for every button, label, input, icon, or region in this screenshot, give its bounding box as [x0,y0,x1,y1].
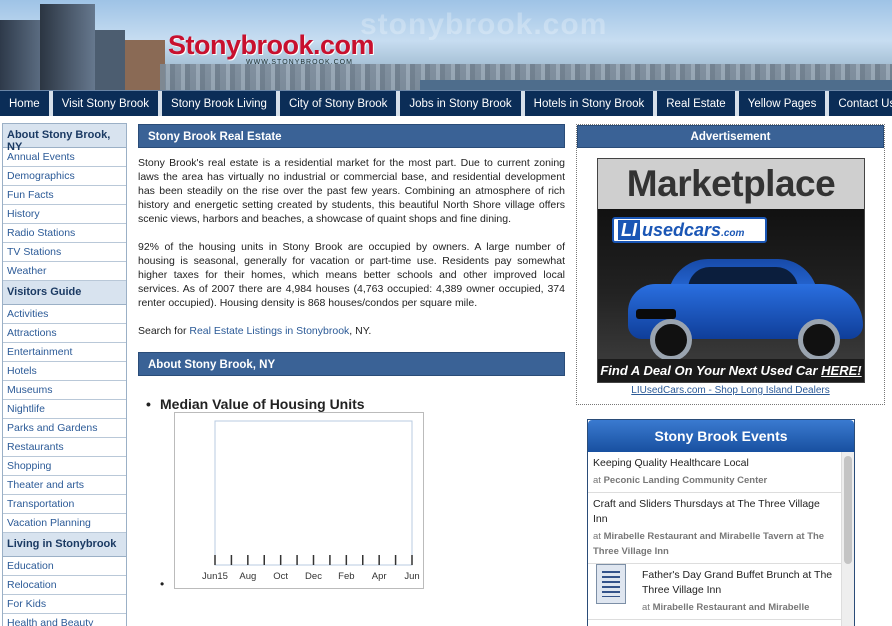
ad-tagline: Find A Deal On Your Next Used Car HERE! [598,359,864,382]
real-estate-listings-link[interactable]: Real Estate Listings in Stonybrook [189,325,349,337]
sidebar-heading-visitors[interactable]: Visitors Guide [3,281,126,305]
sidebar-item-restaurants[interactable]: Restaurants [3,438,126,457]
building-image [95,30,125,90]
ad-brand-com: .com [721,228,745,239]
header-banner: stonybrook.com Stonybrook.com WWW.STONYB… [0,0,892,90]
header-watermark: stonybrook.com [360,8,608,41]
paragraph-intro: Stony Brook's real estate is a residenti… [138,157,565,225]
sidebar-item-hotels[interactable]: Hotels [3,362,126,381]
nav-yellow-pages[interactable]: Yellow Pages [738,91,830,116]
sidebar-item-attractions[interactable]: Attractions [3,324,126,343]
section-title-real-estate: Stony Brook Real Estate [138,124,565,148]
bullet-icon: • [160,577,165,591]
ad-caption-link[interactable]: LIUsedCars.com - Shop Long Island Dealer… [577,385,884,396]
sidebar-item-annual-events[interactable]: Annual Events [3,148,126,167]
nav-city-of-stony-brook[interactable]: City of Stony Brook [279,91,401,116]
x-tick-label: Aug [239,571,256,582]
sidebar-item-for-kids[interactable]: For Kids [3,595,126,614]
nav-hotels[interactable]: Hotels in Stony Brook [524,91,658,116]
paragraph-search: Search for Real Estate Listings in Stony… [138,324,565,338]
search-suffix: , NY. [349,325,372,337]
x-tick-label: Jun [404,571,419,582]
nav-stony-brook-living[interactable]: Stony Brook Living [162,91,280,116]
water-image [420,80,892,90]
nav-real-estate[interactable]: Real Estate [657,91,739,116]
sidebar-heading-about[interactable]: About Stony Brook, NY [3,124,126,153]
sidebar-item-shopping[interactable]: Shopping [3,457,126,476]
ad-tagline-text: Find A Deal On Your Next Used Car [600,363,822,378]
plot-area [214,420,413,566]
sidebar-item-fun-facts[interactable]: Fun Facts [3,186,126,205]
bullet-icon: • [146,396,151,412]
housing-value-chart: Jun15 Aug Oct Dec Feb Apr Jun [174,412,424,589]
sidebar-item-vacation-planning[interactable]: Vacation Planning [3,514,126,533]
events-scrollbar[interactable] [841,452,854,626]
building-image [125,40,165,90]
sidebar-item-activities[interactable]: Activities [3,305,126,324]
nav-home[interactable]: Home [0,91,53,116]
ad-brand-logo: LI usedcars.com [612,217,767,243]
nav-jobs[interactable]: Jobs in Stony Brook [400,91,525,116]
list-item[interactable]: Father's Day Grand Buffet Brunch at The … [588,564,842,620]
chart-svg: Jun15 Aug Oct Dec Feb Apr Jun [202,420,420,582]
ad-tagline-link[interactable]: HERE! [821,363,861,378]
sidebar-item-radio-stations[interactable]: Radio Stations [3,224,126,243]
sidebar-item-nightlife[interactable]: Nightlife [3,400,126,419]
events-widget: Stony Brook Events Keeping Quality Healt… [587,419,855,626]
sidebar-heading-living[interactable]: Living in Stonybrook [3,533,126,557]
advertisement-panel: Advertisement Marketplace LI usedcars.com… [576,124,885,405]
sidebar-item-health-beauty[interactable]: Health and Beauty [3,614,126,626]
x-tick-label: Apr [372,571,387,582]
left-sidebar: About Stony Brook, NY Annual Events Demo… [2,123,127,626]
sidebar-item-demographics[interactable]: Demographics [3,167,126,186]
event-title[interactable]: Craft and Sliders Thursdays at The Three… [593,497,837,527]
event-title[interactable]: Father's Day Grand Buffet Brunch at The … [642,568,837,598]
x-tick-label: Oct [273,571,288,582]
chart-title: Median Value of Housing Units [160,396,365,412]
sidebar-item-entertainment[interactable]: Entertainment [3,343,126,362]
building-image [40,4,95,90]
event-thumbnail [596,564,626,604]
event-location: at Peconic Landing Community Center [593,475,768,486]
event-title[interactable]: Keeping Quality Healthcare Local [593,456,837,471]
nav-visit-stony-brook[interactable]: Visit Stony Brook [52,91,163,116]
sidebar-item-education[interactable]: Education [3,557,126,576]
ad-brand-li: LI [618,220,640,240]
ad-banner[interactable]: Marketplace LI usedcars.com Find A Deal O… [597,158,865,383]
search-prefix: Search for [138,325,190,337]
events-list: Keeping Quality Healthcare Local at Peco… [588,452,842,626]
sidebar-item-tv-stations[interactable]: TV Stations [3,243,126,262]
list-item[interactable]: Keeping Quality Healthcare Local at Peco… [588,452,842,493]
x-tick-label: Jun15 [202,571,228,582]
section-title-about: About Stony Brook, NY [138,352,565,376]
sidebar-item-parks[interactable]: Parks and Gardens [3,419,126,438]
sidebar-item-weather[interactable]: Weather [3,262,126,281]
site-logo[interactable]: Stonybrook.com WWW.STONYBROOK.COM [168,30,375,66]
scrollbar-thumb[interactable] [844,456,852,564]
x-tick-label: Feb [338,571,354,582]
sidebar-item-theater[interactable]: Theater and arts [3,476,126,495]
car-image [628,259,863,361]
main-content: Stony Brook Real Estate Stony Brook's re… [138,124,565,591]
events-title: Stony Brook Events [588,420,854,452]
x-tick-label: Dec [305,571,322,582]
ad-brand-name: usedcars [642,220,722,240]
sidebar-item-relocation[interactable]: Relocation [3,576,126,595]
sidebar-item-transportation[interactable]: Transportation [3,495,126,514]
paragraph-housing: 92% of the housing units in Stony Brook … [138,241,565,309]
nav-contact-us[interactable]: Contact Us [829,91,892,116]
logo-text: Stonybrook.com [168,30,375,60]
ad-headline: Marketplace [598,159,864,209]
sidebar-item-history[interactable]: History [3,205,126,224]
chart-heading: • Median Value of Housing Units [146,396,365,412]
building-image [0,20,40,90]
ad-title: Advertisement [577,125,884,148]
main-nav: Home Visit Stony Brook Stony Brook Livin… [0,90,892,116]
event-location: at Mirabelle Restaurant and Mirabelle [642,602,810,613]
event-location: at Mirabelle Restaurant and Mirabelle Ta… [593,531,825,557]
sidebar-item-museums[interactable]: Museums [3,381,126,400]
list-item[interactable]: Craft and Sliders Thursdays at The Three… [588,493,842,564]
